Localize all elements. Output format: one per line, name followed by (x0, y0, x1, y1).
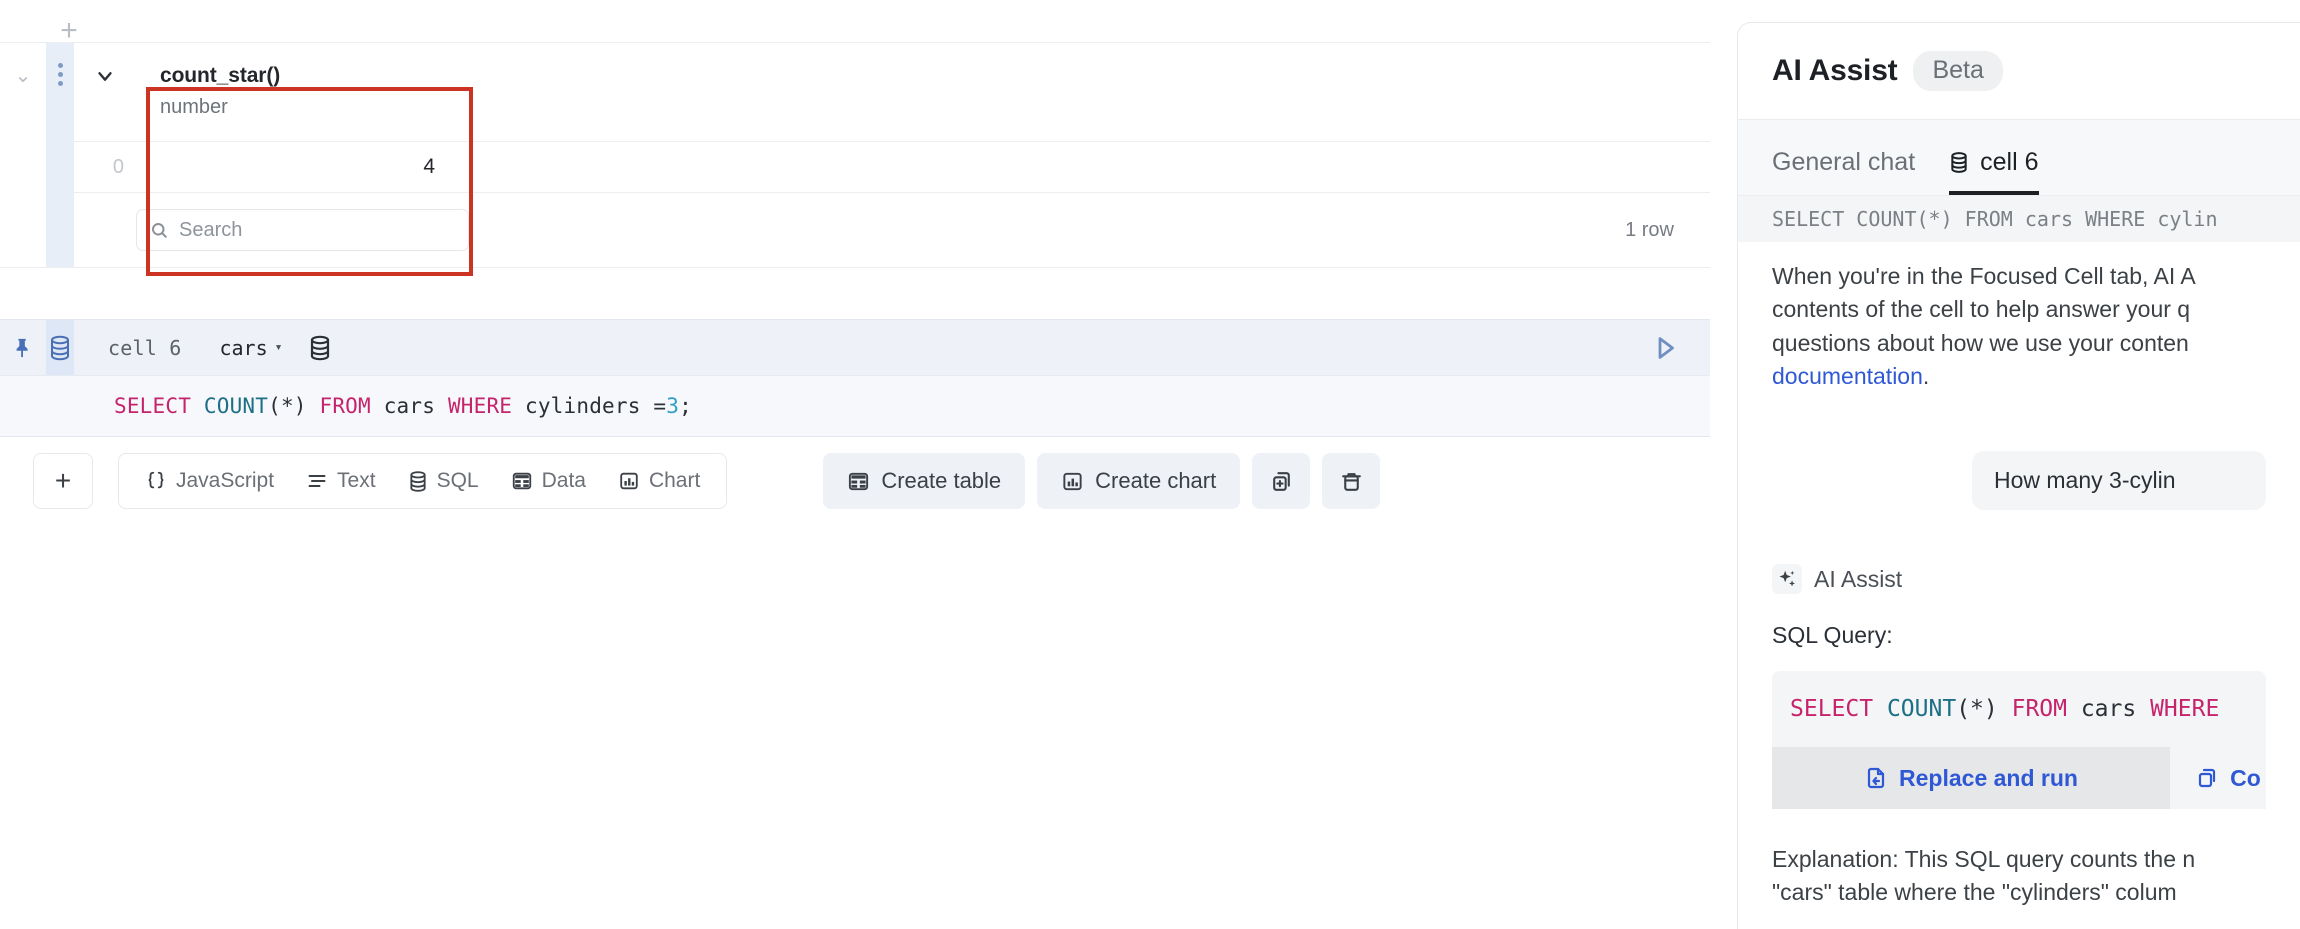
code-token: 3 (666, 394, 679, 418)
run-cell-button[interactable] (1650, 333, 1680, 363)
cell-output-block: ⌄ count_star() number (0, 42, 1710, 268)
tab-label: cell 6 (1980, 148, 2038, 177)
code-token: COUNT (204, 394, 268, 418)
code-token: FROM (320, 394, 371, 418)
cell-type-label: Text (337, 469, 376, 493)
braces-icon (145, 470, 167, 492)
copy-icon (2195, 766, 2219, 790)
ai-assist-body: When you're in the Focused Cell tab, AI … (1738, 242, 2300, 909)
replace-and-run-button[interactable]: Replace and run (1772, 747, 2170, 809)
cell-type-label: SQL (437, 469, 479, 493)
ai-suggestion-actions: Replace and run Co (1772, 747, 2266, 809)
expand-row-chevron-icon[interactable] (74, 43, 136, 87)
sql-query-label: SQL Query: (1772, 622, 2266, 649)
ai-assist-header: AI Assist Beta (1738, 23, 2300, 119)
tab-label: General chat (1772, 148, 1915, 177)
results-table: count_star() number 0 4 (74, 43, 1710, 267)
text-lines-icon (306, 471, 328, 491)
replace-icon (1864, 766, 1888, 790)
chevron-down-icon[interactable]: ⌄ (15, 65, 32, 85)
column-type: number (160, 95, 439, 120)
chevron-down-icon: ▾ (275, 340, 283, 355)
cell-value: 4 (136, 142, 463, 192)
create-chart-label: Create chart (1095, 468, 1216, 494)
table-row[interactable]: 0 4 (74, 141, 1710, 193)
cell-header: cell 6 cars ▾ (0, 319, 1710, 375)
replace-and-run-label: Replace and run (1899, 765, 2078, 792)
row-filler (463, 142, 1710, 192)
cell-type-label: Data (542, 469, 586, 493)
assistant-label-row: AI Assist (1772, 564, 2266, 594)
results-table-footer: 1 row (74, 193, 1710, 267)
app-root: + ⌄ count_star() (0, 0, 2300, 929)
database-icon[interactable] (308, 335, 332, 361)
database-icon (408, 470, 428, 493)
table-icon (847, 470, 870, 493)
cell-type-label: Chart (649, 469, 700, 493)
drag-dots-icon (58, 63, 63, 86)
database-icon (1949, 151, 1969, 174)
row-count-label: 1 row (1625, 219, 1710, 242)
ai-context-sql: SELECT COUNT(*) FROM cars WHERE cylin (1738, 196, 2300, 242)
cell-toolbar: + JavaScript Text (0, 442, 1710, 520)
code-token: SELECT (114, 394, 191, 418)
tab-general-chat[interactable]: General chat (1772, 148, 1915, 195)
sql-cell: cell 6 cars ▾ SELECT COUNT(*) FROM cars … (0, 319, 1710, 437)
user-message-bubble: How many 3-cylin (1972, 451, 2266, 510)
results-table-header: count_star() number (74, 43, 1710, 141)
sparkle-icon (1772, 564, 1802, 594)
pin-cell-button[interactable] (0, 336, 46, 360)
cell-type-label: JavaScript (176, 469, 274, 493)
assistant-name: AI Assist (1814, 566, 1902, 593)
new-data-cell-button[interactable]: Data (495, 459, 602, 503)
delete-cell-button[interactable] (1322, 453, 1380, 509)
copy-label: Co (2230, 765, 2261, 792)
output-collapse-gutter: ⌄ (0, 43, 46, 267)
ai-assist-panel: AI Assist Beta General chat cell 6 SELEC… (1737, 22, 2300, 929)
cell-type-database-button[interactable] (46, 320, 74, 375)
ai-explanation-text: Explanation: This SQL query counts the n… (1772, 843, 2266, 908)
cell-type-group: JavaScript Text SQL (118, 453, 727, 509)
duplicate-cell-button[interactable] (1252, 453, 1310, 509)
add-cell-button[interactable]: + (33, 453, 93, 509)
ai-suggested-sql: SELECT COUNT(*) FROM cars WHERE (1772, 671, 2266, 747)
chart-icon (1061, 470, 1084, 493)
create-table-label: Create table (881, 468, 1001, 494)
chart-icon (618, 470, 640, 492)
beta-badge: Beta (1913, 51, 2002, 92)
ai-assist-notice: When you're in the Focused Cell tab, AI … (1772, 260, 2266, 393)
cell-code-editor[interactable]: SELECT COUNT(*) FROM cars WHERE cylinder… (0, 375, 1710, 437)
create-table-button[interactable]: Create table (823, 453, 1025, 509)
notebook-area: + ⌄ count_star() (0, 0, 1737, 929)
code-token: WHERE (448, 394, 512, 418)
toolbar-actions: Create table Create chart (823, 453, 1380, 509)
documentation-link[interactable]: documentation (1772, 363, 1923, 389)
new-text-cell-button[interactable]: Text (290, 459, 392, 503)
column-header-count-star[interactable]: count_star() number (136, 43, 463, 120)
create-chart-button[interactable]: Create chart (1037, 453, 1240, 509)
notice-text: When you're in the Focused Cell tab, AI … (1772, 263, 2196, 356)
new-sql-cell-button[interactable]: SQL (392, 459, 495, 503)
search-box[interactable] (136, 209, 469, 251)
new-javascript-cell-button[interactable]: JavaScript (129, 459, 290, 503)
duplicate-icon (1269, 469, 1294, 494)
copy-button[interactable]: Co (2170, 747, 2266, 809)
table-icon (511, 470, 533, 492)
panel-title: AI Assist (1772, 54, 1897, 88)
cell-drag-handle[interactable] (46, 43, 74, 267)
notice-tail: . (1923, 363, 1929, 389)
cell-name-label: cell 6 (108, 336, 181, 360)
cell-source-selector[interactable]: cars ▾ (219, 336, 282, 360)
ai-assist-tabs: General chat cell 6 (1738, 119, 2300, 196)
cell-source-label: cars (219, 336, 267, 360)
search-input[interactable] (177, 210, 468, 250)
search-icon (150, 221, 168, 239)
new-chart-cell-button[interactable]: Chart (602, 459, 716, 503)
column-name: count_star() (160, 63, 439, 89)
trash-icon (1339, 469, 1364, 494)
row-index: 0 (74, 142, 136, 192)
tab-cell-6[interactable]: cell 6 (1949, 148, 2038, 195)
